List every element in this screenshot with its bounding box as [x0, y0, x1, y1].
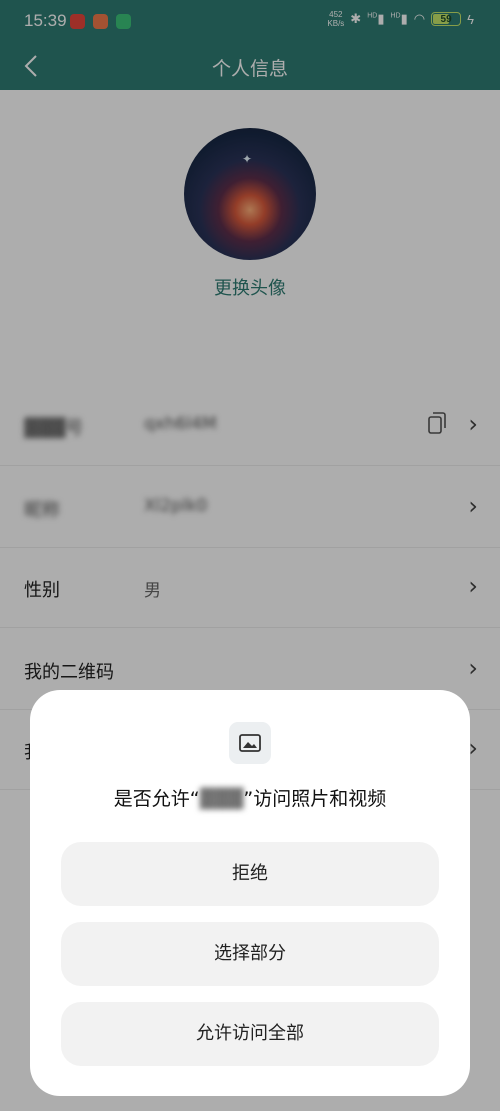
image-icon	[229, 722, 271, 764]
deny-button[interactable]: 拒绝	[61, 842, 439, 906]
permission-dialog: 是否允许“▓▓▓”访问照片和视频 拒绝 选择部分 允许访问全部	[30, 690, 470, 1096]
dialog-title-suffix: ”访问照片和视频	[243, 788, 387, 810]
dialog-title: 是否允许“▓▓▓”访问照片和视频	[30, 784, 470, 811]
dialog-title-prefix: 是否允许“	[113, 788, 200, 810]
select-partial-button[interactable]: 选择部分	[61, 922, 439, 986]
allow-all-button[interactable]: 允许访问全部	[61, 1002, 439, 1066]
dialog-title-app: ▓▓▓	[199, 788, 244, 810]
